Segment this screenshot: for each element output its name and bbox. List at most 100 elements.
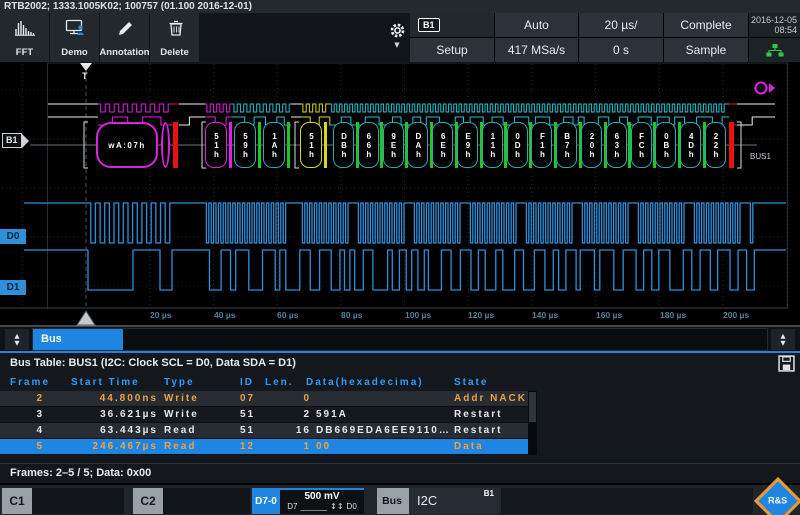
time-axis-label: 140 µs <box>532 310 559 320</box>
pencil-icon <box>118 22 132 35</box>
demo-icon <box>65 19 84 35</box>
device-id-text: RTB2002; 1333.1005K02; 100757 (01.100 20… <box>4 1 252 12</box>
c2-settings-panel[interactable] <box>163 488 250 514</box>
decode-byte-bubble: 63h <box>605 122 627 168</box>
acquisition-mode-cell[interactable]: Sample <box>664 38 748 62</box>
cell-frame: 4 <box>36 425 44 436</box>
byte-value-label: 9Eh <box>389 131 399 159</box>
header-state: State <box>454 377 489 388</box>
bus-table-rows: 2 44.800ns Write 07 0 Addr NACK 3 36.621µs Write… <box>0 391 528 455</box>
decode-byte-bubble: DAh <box>407 122 429 168</box>
cell-id: 51 <box>240 409 256 420</box>
byte-value-label: 4Dh <box>686 131 696 159</box>
chevron-down-icon: ▼ <box>394 41 400 49</box>
fft-button[interactable]: FFT <box>0 13 49 62</box>
byte-value-label: B7h <box>562 131 572 159</box>
delete-button[interactable]: Delete <box>150 13 199 62</box>
cell-type: Read <box>164 441 197 452</box>
byte-value-label: 59h <box>241 131 250 159</box>
table-scrollbar[interactable] <box>528 391 537 455</box>
tab-c1[interactable]: C1 <box>2 488 32 514</box>
toolbar: FFT Demo Annotation Delete ▼ <box>0 13 410 62</box>
rohde-schwarz-logo: R&S <box>753 476 800 515</box>
cell-state: Restart <box>454 409 503 420</box>
bus-table-row[interactable]: 4 63.443µs Read 51 16 DB669EDA6EE9110… Restart <box>0 423 528 439</box>
cell-data: DB669EDA6EE9110… <box>316 425 451 436</box>
trigger-mode-value: Auto <box>524 18 549 32</box>
decode-byte-bubble: E9h <box>457 122 478 168</box>
cell-len: 2 <box>303 409 311 420</box>
scrollbar-thumb[interactable] <box>529 392 536 422</box>
trigger-mode-cell[interactable]: Auto <box>495 13 578 37</box>
waveform-display[interactable]: T B1 wA:07h 51h 59h 1Ah 51h DBh 66h 9Eh DAh 6Eh E… <box>0 62 800 327</box>
ack-bar <box>286 122 290 168</box>
byte-value-label: 0Dh <box>513 131 523 159</box>
bus-table-row[interactable]: 2 44.800ns Write 07 0 Addr NACK <box>0 391 528 407</box>
tab-bus[interactable]: Bus <box>33 329 123 350</box>
horizontal-position-cell[interactable]: 0 s <box>579 38 663 62</box>
bus-table-header: Frame Start Time Type ID Len. Data(hexad… <box>0 375 800 391</box>
byte-value-label: FCh <box>637 131 647 159</box>
bus1-status-cell[interactable]: B1 <box>410 13 494 37</box>
byte-value-label: 6Eh <box>438 131 448 159</box>
d0-channel-badge[interactable]: D0 <box>0 229 26 244</box>
bottom-empty-panel <box>501 488 753 514</box>
demo-button[interactable]: Demo <box>50 13 99 62</box>
annotation-button[interactable]: Annotation <box>99 13 150 62</box>
byte-value-label: DAh <box>413 131 423 159</box>
setup-cell[interactable]: Setup <box>410 38 494 62</box>
timebase-cell[interactable]: 20 µs/ <box>579 13 663 37</box>
bus-table-section: Bus Table: BUS1 (I2C: Clock SCL = D0, Da… <box>0 353 800 483</box>
cell-frame: 5 <box>36 441 44 452</box>
time-value: 08:54 <box>774 25 797 35</box>
tab-scroll-left[interactable]: ▲ ▼ <box>5 329 29 350</box>
acquisition-status-cell[interactable]: Complete <box>664 13 748 37</box>
acquisition-mode-value: Sample <box>685 43 727 57</box>
tab-scroll-right[interactable]: ▲ ▼ <box>771 329 795 350</box>
cell-len: 16 <box>295 425 311 436</box>
tab-c2[interactable]: C2 <box>133 488 163 514</box>
cell-len: 1 <box>303 441 311 452</box>
c1-settings-panel[interactable] <box>32 488 124 514</box>
bus-table-row[interactable]: 3 36.621µs Write 51 2 591A Restart <box>0 407 528 423</box>
tab-track: Bus <box>32 328 768 351</box>
cell-type: Write <box>164 393 199 404</box>
save-table-button[interactable] <box>778 355 796 373</box>
time-axis-label: 60 µs <box>277 310 299 320</box>
header-start-time: Start Time <box>71 377 140 388</box>
d7-0-range: D7 ______ ↕↕ D0 <box>280 502 364 512</box>
d7-0-settings-panel[interactable]: 500 mV D7 ______ ↕↕ D0 <box>280 488 364 514</box>
byte-value-label: 1Ah <box>270 131 279 159</box>
byte-value-label: 22h <box>711 131 721 159</box>
date-value: 2016-12-05 <box>750 15 797 25</box>
bus-table-title: Bus Table: BUS1 (I2C: Clock SCL = D0, Da… <box>10 357 296 369</box>
header-id: ID <box>240 377 254 388</box>
cell-type: Read <box>164 425 197 436</box>
byte-value-label: 51h <box>307 131 316 159</box>
logo-diamond: R&S <box>753 476 800 515</box>
timebase-value: 20 µs/ <box>604 18 638 32</box>
bus-protocol-panel[interactable]: I2C B1 <box>407 488 499 514</box>
nack-bar <box>729 122 734 168</box>
window-title: RTB2002; 1333.1005K02; 100757 (01.100 20… <box>0 0 800 13</box>
i2c-address-frame-bubble: wA:07h <box>96 122 158 168</box>
byte-value-label: 20h <box>587 131 597 159</box>
decode-byte-bubble: 51h <box>205 122 227 168</box>
sample-rate-cell[interactable]: 417 MSa/s <box>495 38 578 62</box>
cell-frame: 3 <box>36 409 44 420</box>
tab-bus-channel[interactable]: Bus <box>377 488 407 514</box>
bus1-waveform-marker[interactable]: B1 <box>2 133 29 148</box>
tab-d7-0[interactable]: D7-0 <box>252 488 280 514</box>
decode-byte-bubble: 0Dh <box>506 122 528 168</box>
demo-button-label: Demo <box>61 47 88 58</box>
d1-channel-badge[interactable]: D1 <box>0 280 26 295</box>
protocol-b1-badge: B1 <box>483 489 494 498</box>
datetime-cell: 2016-12-05 08:54 <box>749 13 800 37</box>
header-data: Data(hexadecima) <box>306 377 424 388</box>
header-len: Len. <box>265 377 294 388</box>
time-axis-label: 20 µs <box>150 310 172 320</box>
decode-byte-bubble: 22h <box>705 122 726 168</box>
bus-table-row[interactable]: 5 246.467µs Read 12 1 00 Data <box>0 439 528 455</box>
annotation-button-label: Annotation <box>99 47 150 58</box>
settings-gear-button[interactable]: ▼ <box>384 22 410 64</box>
